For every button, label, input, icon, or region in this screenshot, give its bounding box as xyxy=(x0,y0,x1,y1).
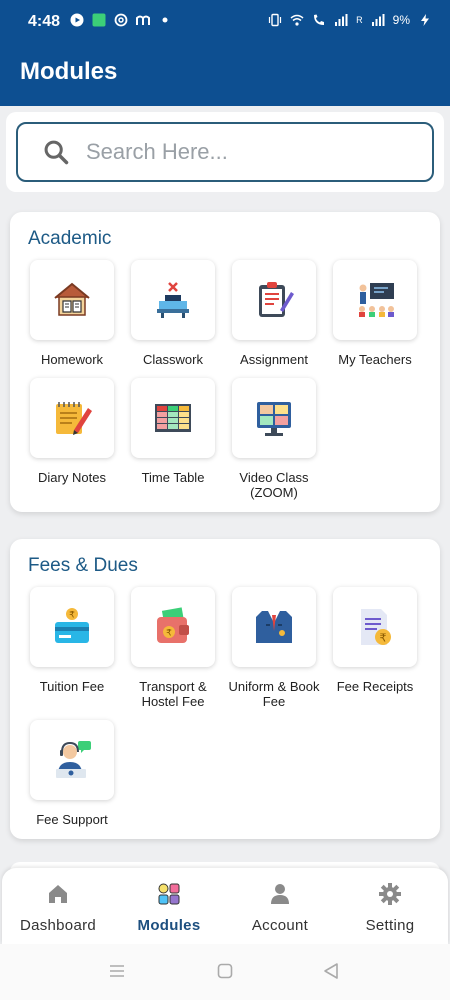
wifi-icon xyxy=(290,14,304,26)
m-app-icon xyxy=(136,15,150,25)
nav-account[interactable]: Account xyxy=(230,882,330,934)
module-my-teachers[interactable]: My Teachers xyxy=(325,260,425,367)
svg-text:₹: ₹ xyxy=(69,611,75,621)
svg-text:₹: ₹ xyxy=(380,632,387,645)
module-label: Time Table xyxy=(141,470,205,485)
app-notification-icon xyxy=(92,13,106,27)
vibrate-icon xyxy=(269,13,282,27)
uniform-icon xyxy=(256,611,292,643)
dot-icon xyxy=(162,17,168,23)
svg-text:₹: ₹ xyxy=(166,629,172,639)
module-fee-support[interactable]: Fee Support xyxy=(22,720,122,827)
search-icon xyxy=(44,140,69,165)
section-title-academic: Academic xyxy=(28,228,112,249)
receipt-rupee-icon: ₹ xyxy=(361,609,391,645)
module-label: Assignment xyxy=(240,352,308,367)
signal-icon xyxy=(335,14,348,26)
tile-box xyxy=(30,260,114,340)
classroom-desk-icon xyxy=(157,282,189,318)
clipboard-icon xyxy=(259,282,294,317)
tile-box xyxy=(131,260,215,340)
tile-box xyxy=(30,378,114,458)
search-box[interactable] xyxy=(16,122,434,182)
module-video-class[interactable]: Video Class (ZOOM) xyxy=(224,378,324,500)
bottom-navigation: Dashboard Modules Account Setting xyxy=(2,868,448,944)
module-label: Diary Notes xyxy=(38,470,106,485)
module-assignment[interactable]: Assignment xyxy=(224,260,324,367)
tile-box xyxy=(232,378,316,458)
section-academic: Academic Homework Classwork Assignment M… xyxy=(10,212,440,512)
tile-box xyxy=(333,260,417,340)
nav-modules[interactable]: Modules xyxy=(119,882,219,934)
nav-label: Setting xyxy=(365,917,415,934)
module-label: Tuition Fee xyxy=(39,679,105,694)
module-label: Uniform & Book Fee xyxy=(228,679,320,709)
module-classwork[interactable]: Classwork xyxy=(123,260,223,367)
video-conference-icon xyxy=(257,402,291,436)
home-button-icon[interactable] xyxy=(216,962,234,980)
notepad-pencil-icon xyxy=(56,402,92,435)
app-bar: Modules xyxy=(0,44,450,106)
module-fee-receipts[interactable]: ₹ Fee Receipts xyxy=(325,587,425,694)
tile-box xyxy=(232,260,316,340)
search-input[interactable] xyxy=(86,139,386,165)
module-label: Homework xyxy=(40,352,104,367)
module-label: My Teachers xyxy=(338,352,412,367)
tile-box xyxy=(232,587,316,667)
module-label: Transport & Hostel Fee xyxy=(139,679,207,709)
module-tuition-fee[interactable]: ₹ Tuition Fee xyxy=(22,587,122,694)
modules-grid-icon xyxy=(158,883,180,905)
system-navigation-bar xyxy=(0,944,450,1000)
support-agent-icon xyxy=(56,741,91,778)
section-title-fees: Fees & Dues xyxy=(28,555,138,576)
status-bar: 4:48 R 9% xyxy=(0,0,450,44)
youtube-icon xyxy=(70,13,84,27)
tile-box: ₹ xyxy=(333,587,417,667)
search-card xyxy=(6,112,444,192)
charging-icon xyxy=(421,14,429,26)
module-homework[interactable]: Homework xyxy=(22,260,122,367)
tile-box: ₹ xyxy=(131,587,215,667)
card-rupee-icon: ₹ xyxy=(55,608,89,643)
person-icon xyxy=(271,884,289,904)
nav-setting[interactable]: Setting xyxy=(340,882,440,934)
tile-box xyxy=(131,378,215,458)
module-transport-hostel-fee[interactable]: ₹ Transport & Hostel Fee xyxy=(123,587,223,709)
tile-box: ₹ xyxy=(30,587,114,667)
module-time-table[interactable]: Time Table xyxy=(123,378,223,485)
nav-label: Modules xyxy=(137,917,201,934)
module-uniform-book-fee[interactable]: Uniform & Book Fee xyxy=(224,587,324,709)
wallet-rupee-icon: ₹ xyxy=(157,607,189,643)
teacher-board-icon xyxy=(359,283,394,317)
system-status: R 9% xyxy=(268,13,432,27)
signal-icon-2 xyxy=(371,14,385,26)
back-icon[interactable] xyxy=(322,962,340,980)
nav-dashboard[interactable]: Dashboard xyxy=(8,882,108,934)
tile-box xyxy=(30,720,114,800)
battery-level: 9% xyxy=(392,13,410,27)
module-label: Video Class (ZOOM) xyxy=(239,470,309,500)
recent-apps-icon[interactable] xyxy=(108,962,126,980)
page-title: Modules xyxy=(20,58,118,85)
timetable-icon xyxy=(155,404,191,432)
module-label: Fee Support xyxy=(36,812,108,827)
roaming-label: R xyxy=(356,15,363,25)
module-label: Fee Receipts xyxy=(336,679,414,694)
house-book-icon xyxy=(54,282,90,316)
section-fees-dues: Fees & Dues ₹ Tuition Fee ₹ Transport & … xyxy=(10,539,440,839)
nav-label: Account xyxy=(251,917,309,934)
threads-icon xyxy=(114,13,128,27)
volte-call-icon xyxy=(314,14,325,25)
module-diary-notes[interactable]: Diary Notes xyxy=(22,378,122,485)
status-time: 4:48 xyxy=(28,13,61,30)
nav-label: Dashboard xyxy=(19,917,97,934)
gear-icon xyxy=(379,883,401,905)
module-label: Classwork xyxy=(143,352,203,367)
home-icon xyxy=(49,885,67,903)
notification-icons xyxy=(70,13,172,27)
